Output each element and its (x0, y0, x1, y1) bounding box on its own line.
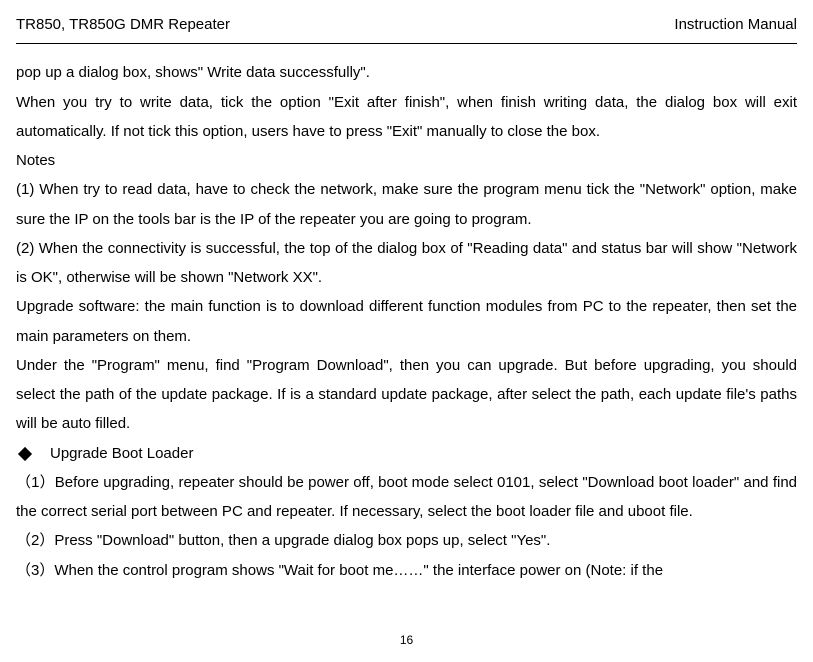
header-right: Instruction Manual (674, 10, 797, 39)
paragraph: Notes (16, 146, 797, 175)
paragraph: (2) When the connectivity is successful,… (16, 234, 797, 293)
page-number: 16 (0, 629, 813, 652)
paragraph: When you try to write data, tick the opt… (16, 88, 797, 147)
body-text: pop up a dialog box, shows" Write data s… (16, 58, 797, 585)
paragraph: pop up a dialog box, shows" Write data s… (16, 58, 797, 87)
bullet-label: Upgrade Boot Loader (50, 439, 193, 468)
paragraph: （3）When the control program shows "Wait … (16, 556, 797, 585)
paragraph: Under the "Program" menu, find "Program … (16, 351, 797, 439)
diamond-bullet-icon (18, 446, 32, 460)
page-container: TR850, TR850G DMR Repeater Instruction M… (0, 0, 813, 585)
paragraph: Upgrade software: the main function is t… (16, 292, 797, 351)
paragraph: (1) When try to read data, have to check… (16, 175, 797, 234)
page-header: TR850, TR850G DMR Repeater Instruction M… (16, 10, 797, 39)
paragraph: （2）Press "Download" button, then a upgra… (16, 526, 797, 555)
bullet-item: Upgrade Boot Loader (16, 439, 797, 468)
header-divider (16, 43, 797, 44)
header-left: TR850, TR850G DMR Repeater (16, 10, 230, 39)
paragraph: （1）Before upgrading, repeater should be … (16, 468, 797, 527)
